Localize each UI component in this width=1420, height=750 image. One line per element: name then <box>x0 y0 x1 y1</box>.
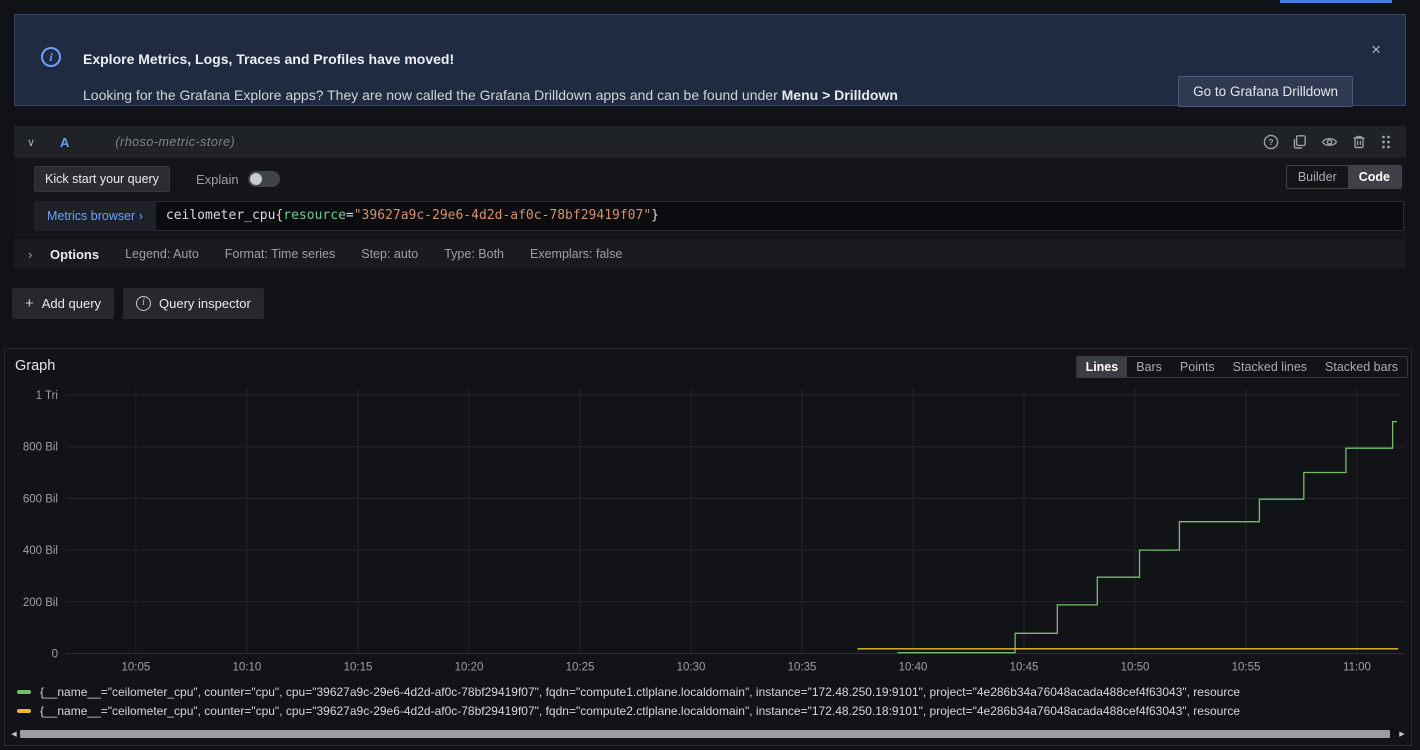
legend-item-compute2[interactable]: {__name__="ceilometer_cpu", counter="cpu… <box>17 702 1409 721</box>
tab-stacked-bars[interactable]: Stacked bars <box>1316 357 1407 377</box>
mode-code[interactable]: Code <box>1348 166 1401 188</box>
svg-text:800 Bil: 800 Bil <box>23 442 58 454</box>
mode-builder[interactable]: Builder <box>1287 166 1348 188</box>
query-inspector-button[interactable]: iQuery inspector <box>123 288 264 319</box>
series-color-swatch <box>17 709 31 713</box>
svg-text:10:50: 10:50 <box>1121 662 1150 674</box>
query-row-body: Kick start your query Explain Builder Co… <box>14 158 1406 269</box>
scroll-right-icon[interactable]: ▶ <box>1396 730 1408 738</box>
svg-text:10:30: 10:30 <box>677 662 706 674</box>
query-label-value: "39627a9c-29e6-4d2d-af0c-78bf29419f07" <box>354 208 651 223</box>
query-equals: = <box>346 208 354 223</box>
svg-text:10:45: 10:45 <box>1010 662 1039 674</box>
graph-panel: Graph Lines Bars Points Stacked lines St… <box>4 348 1412 746</box>
svg-text:10:10: 10:10 <box>233 662 262 674</box>
help-icon[interactable]: ? <box>1263 134 1279 150</box>
graph-panel-title: Graph <box>15 356 55 374</box>
plus-icon: + <box>25 295 34 312</box>
series-color-swatch <box>17 690 31 694</box>
option-exemplars: Exemplars: false <box>530 247 622 261</box>
svg-text:10:25: 10:25 <box>566 662 595 674</box>
graph-style-tabs: Lines Bars Points Stacked lines Stacked … <box>1076 356 1408 378</box>
banner-body: Looking for the Grafana Explore apps? Th… <box>83 87 898 103</box>
drag-handle-grip-icon[interactable] <box>1380 134 1392 150</box>
query-row-header: ∨ A (rhoso-metric-store) ? <box>14 126 1406 158</box>
chart-legend: {__name__="ceilometer_cpu", counter="cpu… <box>17 683 1409 721</box>
svg-text:?: ? <box>1268 137 1273 147</box>
option-step: Step: auto <box>361 247 418 261</box>
options-row: › Options Legend: Auto Format: Time seri… <box>14 239 1406 269</box>
info-icon: i <box>41 47 61 67</box>
go-to-drilldown-button[interactable]: Go to Grafana Drilldown <box>1178 76 1353 107</box>
svg-text:10:05: 10:05 <box>122 662 151 674</box>
active-tab-indicator <box>1280 0 1392 3</box>
info-circle-icon: i <box>136 296 151 311</box>
tab-bars[interactable]: Bars <box>1127 357 1171 377</box>
add-query-button[interactable]: +Add query <box>12 288 114 319</box>
datasource-hint: (rhoso-metric-store) <box>115 135 235 149</box>
svg-text:400 Bil: 400 Bil <box>23 545 58 557</box>
options-chevron-icon[interactable]: › <box>28 247 42 262</box>
scrollbar-thumb[interactable] <box>20 730 1390 738</box>
svg-text:600 Bil: 600 Bil <box>23 493 58 505</box>
banner-title: Explore Metrics, Logs, Traces and Profil… <box>83 51 454 67</box>
svg-text:10:40: 10:40 <box>899 662 928 674</box>
chevron-right-icon: › <box>139 209 143 223</box>
option-type: Type: Both <box>444 247 504 261</box>
legend-item-compute1[interactable]: {__name__="ceilometer_cpu", counter="cpu… <box>17 683 1409 702</box>
explain-label: Explain <box>196 172 239 187</box>
kick-start-query-button[interactable]: Kick start your query <box>34 166 170 192</box>
tab-stacked-lines[interactable]: Stacked lines <box>1224 357 1316 377</box>
timeseries-chart[interactable]: 10:05 10:10 10:15 10:20 10:25 10:30 10:35 10:40… <box>5 388 1409 680</box>
legend-horizontal-scrollbar[interactable]: ◀ ▶ <box>8 729 1408 739</box>
collapse-chevron-icon[interactable]: ∨ <box>22 136 40 149</box>
svg-text:10:15: 10:15 <box>344 662 373 674</box>
explain-toggle[interactable] <box>248 171 280 187</box>
svg-text:1 Tri: 1 Tri <box>36 390 58 402</box>
query-editor-row: ∨ A (rhoso-metric-store) ? Kick start yo… <box>14 126 1406 319</box>
scroll-left-icon[interactable]: ◀ <box>8 730 20 738</box>
svg-text:200 Bil: 200 Bil <box>23 597 58 609</box>
svg-text:11:00: 11:00 <box>1343 662 1371 674</box>
option-legend: Legend: Auto <box>125 247 199 261</box>
query-label-name: resource <box>283 208 346 223</box>
option-format: Format: Time series <box>225 247 335 261</box>
metrics-browser-link[interactable]: Metrics browser › <box>34 201 156 231</box>
svg-text:10:55: 10:55 <box>1232 662 1261 674</box>
query-metric: ceilometer_cpu{ <box>166 208 283 223</box>
svg-text:10:20: 10:20 <box>455 662 484 674</box>
query-ref-id[interactable]: A <box>60 135 69 150</box>
duplicate-icon[interactable] <box>1292 134 1308 150</box>
banner-body-bold: Menu > Drilldown <box>782 87 898 103</box>
toggle-knob <box>250 173 262 185</box>
editor-mode-switch: Builder Code <box>1286 165 1402 189</box>
hide-response-eye-icon[interactable] <box>1321 134 1338 150</box>
banner-body-text: Looking for the Grafana Explore apps? Th… <box>83 87 782 103</box>
remove-query-trash-icon[interactable] <box>1351 134 1367 150</box>
promql-query-input[interactable]: ceilometer_cpu{resource="39627a9c-29e6-4… <box>156 201 1404 231</box>
close-icon[interactable]: × <box>1371 41 1381 58</box>
svg-text:0: 0 <box>52 649 58 661</box>
tab-lines[interactable]: Lines <box>1077 357 1128 377</box>
query-close-brace: } <box>651 208 659 223</box>
options-label[interactable]: Options <box>50 247 99 262</box>
svg-text:10:35: 10:35 <box>788 662 817 674</box>
drilldown-moved-banner: i Explore Metrics, Logs, Traces and Prof… <box>14 14 1406 106</box>
tab-points[interactable]: Points <box>1171 357 1224 377</box>
